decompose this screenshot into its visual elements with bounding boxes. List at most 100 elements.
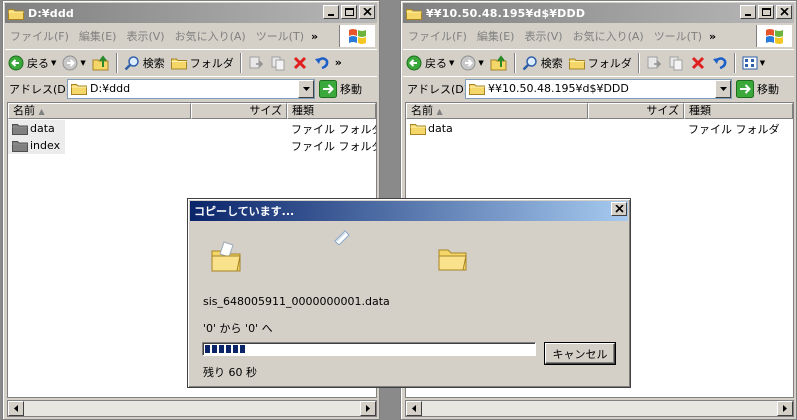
close-button[interactable] (359, 5, 375, 19)
maximize-button[interactable] (758, 5, 774, 19)
copy-source-destination: '0' から '0' へ (203, 322, 273, 335)
close-button[interactable] (776, 5, 792, 19)
list-item[interactable]: data ファイル フォルダ (406, 120, 793, 137)
dialog-title-bar[interactable]: コピーしています... (190, 201, 628, 221)
address-input[interactable]: D:¥ddd (67, 78, 315, 99)
close-icon (779, 8, 789, 16)
delete-button[interactable] (289, 52, 311, 74)
menu-tools[interactable]: ツール(T) (251, 28, 309, 44)
folder-icon (8, 7, 24, 20)
views-button[interactable]: ▼ (739, 52, 768, 74)
scroll-left-icon (412, 405, 416, 412)
delete-icon (293, 56, 306, 69)
right-toolbar: 戻る ▼ ▼ 検索 フォルダ ▼ (403, 49, 794, 75)
list-item[interactable]: data ファイル フォルダ (8, 120, 376, 137)
close-icon (614, 205, 624, 213)
copy-to-icon (271, 56, 285, 70)
up-folder-button[interactable] (487, 52, 511, 74)
delete-button[interactable] (687, 52, 709, 74)
folders-button[interactable]: フォルダ (566, 52, 635, 74)
copy-to-icon (669, 56, 683, 70)
scroll-right-button[interactable] (777, 401, 793, 416)
folders-button[interactable]: フォルダ (168, 52, 237, 74)
address-input[interactable]: ¥¥10.50.48.195¥d$¥DDD (465, 78, 732, 99)
undo-button[interactable] (311, 52, 333, 74)
menu-file[interactable]: ファイル(F) (403, 28, 472, 44)
forward-button[interactable]: ▼ (59, 52, 88, 74)
copy-progress-bar (202, 342, 536, 356)
column-size-header[interactable]: サイズ (191, 103, 287, 119)
menu-edit[interactable]: 編集(E) (472, 28, 520, 44)
up-folder-icon (92, 54, 109, 70)
horizontal-scrollbar[interactable] (7, 400, 377, 417)
minimize-button[interactable] (323, 5, 339, 19)
delete-icon (691, 56, 704, 69)
menu-favorites[interactable]: お気に入り(A) (568, 28, 649, 44)
address-label: アドレス(D) (9, 82, 71, 96)
minimize-button[interactable] (740, 5, 756, 19)
toolbar-separator (239, 52, 242, 73)
maximize-icon (761, 8, 771, 16)
go-arrow-icon (736, 79, 754, 98)
scroll-right-button[interactable] (360, 401, 376, 416)
menu-tools[interactable]: ツール(T) (649, 28, 707, 44)
scroll-right-icon (783, 405, 787, 412)
folder-icon (469, 82, 485, 95)
dropdown-arrow-icon: ▼ (80, 58, 86, 67)
list-item[interactable]: index ファイル フォルダ (8, 137, 376, 154)
toolbar-more-chevron[interactable]: » (335, 56, 342, 69)
menu-more-chevron[interactable]: » (709, 30, 716, 43)
column-type-header[interactable]: 種類 (287, 103, 376, 119)
dropdown-arrow-icon: ▼ (51, 58, 57, 67)
menu-more-chevron[interactable]: » (311, 30, 318, 43)
go-button[interactable]: 移動 (319, 79, 362, 98)
dialog-close-button[interactable] (611, 202, 627, 216)
copy-to-button[interactable] (665, 52, 687, 74)
horizontal-scrollbar[interactable] (405, 400, 794, 417)
menu-file[interactable]: ファイル(F) (5, 28, 74, 44)
copy-to-button[interactable] (267, 52, 289, 74)
cancel-button[interactable]: キャンセル (545, 343, 615, 364)
menu-view[interactable]: 表示(V) (519, 28, 567, 44)
column-header: 名前 ▲ サイズ 種類 (8, 103, 376, 119)
maximize-button[interactable] (341, 5, 357, 19)
folder-icon (71, 82, 87, 95)
menu-view[interactable]: 表示(V) (121, 28, 169, 44)
back-button[interactable]: 戻る ▼ (5, 52, 59, 74)
windows-flag-icon (348, 29, 366, 44)
forward-button[interactable]: ▼ (457, 52, 486, 74)
windows-logo (756, 25, 792, 47)
right-title-bar[interactable]: ¥¥10.50.48.195¥d$¥DDD (403, 3, 794, 23)
search-button[interactable]: 検索 (121, 52, 168, 74)
move-to-button[interactable] (643, 52, 665, 74)
search-button[interactable]: 検索 (519, 52, 566, 74)
menu-favorites[interactable]: お気に入り(A) (170, 28, 251, 44)
left-window-title: D:¥ddd (28, 6, 75, 20)
copy-filename: sis_648005911_0000000001.data (203, 295, 390, 308)
back-button[interactable]: 戻る ▼ (403, 52, 457, 74)
up-folder-button[interactable] (89, 52, 113, 74)
scroll-left-button[interactable] (8, 401, 24, 416)
scroll-left-icon (14, 405, 18, 412)
column-type-header[interactable]: 種類 (684, 103, 793, 119)
scroll-left-button[interactable] (406, 401, 422, 416)
address-dropdown-button[interactable] (298, 79, 314, 98)
menu-edit[interactable]: 編集(E) (74, 28, 122, 44)
right-address-bar: アドレス(D) ¥¥10.50.48.195¥d$¥DDD 移動 (403, 76, 794, 100)
folder-icon (410, 122, 426, 135)
column-name-header[interactable]: 名前 ▲ (8, 103, 191, 119)
left-title-bar[interactable]: D:¥ddd (5, 3, 377, 23)
destination-folder-icon (438, 249, 467, 271)
column-name-header[interactable]: 名前 ▲ (406, 103, 588, 119)
move-to-button[interactable] (245, 52, 267, 74)
dialog-title: コピーしています... (194, 205, 295, 218)
folder-icon (406, 7, 422, 20)
column-size-header[interactable]: サイズ (588, 103, 684, 119)
dropdown-arrow-icon: ▼ (478, 58, 484, 67)
undo-button[interactable] (709, 52, 731, 74)
progress-block (205, 345, 210, 353)
windows-flag-icon (765, 29, 783, 44)
go-button[interactable]: 移動 (736, 79, 779, 98)
move-to-icon (647, 56, 661, 68)
address-dropdown-button[interactable] (715, 79, 731, 98)
